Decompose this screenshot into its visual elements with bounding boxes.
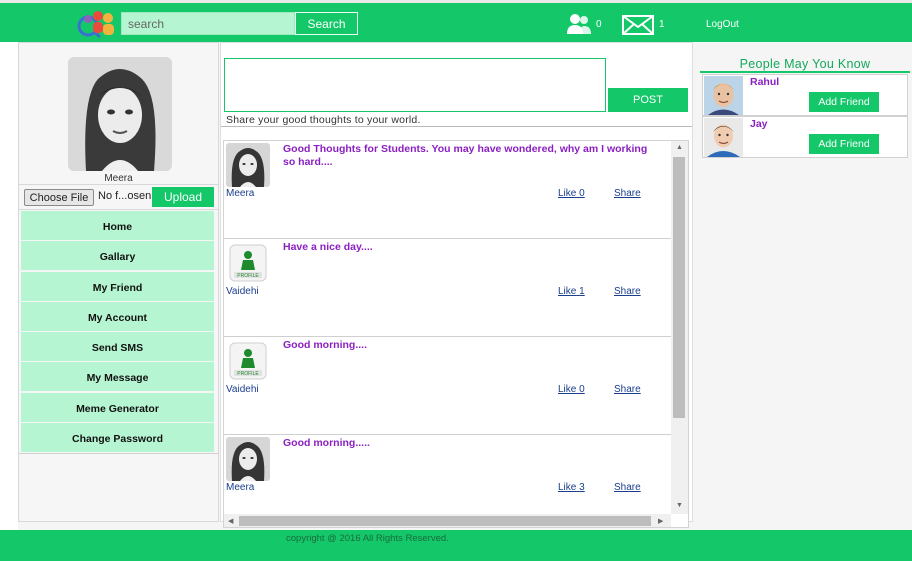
suggested-person: Jay Add Friend	[702, 116, 908, 158]
like-count: 0	[579, 188, 585, 199]
divider	[19, 453, 218, 454]
sidebar-item-my-account[interactable]: My Account	[21, 301, 214, 331]
person-avatar[interactable]	[704, 76, 743, 115]
like-link[interactable]: Like 1	[558, 286, 585, 297]
post-textarea[interactable]	[224, 58, 606, 112]
left-sidebar: Meera Choose File No f...osen Upload Hom…	[18, 42, 219, 522]
choose-file-button[interactable]: Choose File	[24, 189, 94, 206]
horizontal-scrollbar[interactable]: ◀ ▶	[224, 514, 671, 527]
top-bar: Search 0 1 LogOut	[0, 0, 912, 42]
like-link[interactable]: Like 0	[558, 188, 585, 199]
divider	[19, 209, 218, 210]
feed-item: PROFILE Vaidehi Have a nice day.... Like…	[224, 239, 672, 337]
like-label: Like	[558, 286, 577, 297]
scroll-thumb[interactable]	[239, 516, 651, 526]
author-name[interactable]: Vaidehi	[226, 384, 259, 395]
profile-photo	[68, 57, 172, 171]
sidebar-item-gallary[interactable]: Gallary	[21, 241, 214, 271]
svg-text:PROFILE: PROFILE	[237, 371, 259, 377]
post-text: Good Thoughts for Students. You may have…	[283, 143, 648, 168]
share-link[interactable]: Share	[614, 482, 641, 493]
logo-icon[interactable]	[76, 9, 120, 39]
copyright-text: copyright @ 2016 All Rights Reserved.	[286, 533, 449, 544]
divider	[221, 126, 692, 127]
mail-icon[interactable]	[622, 15, 654, 35]
search-button[interactable]: Search	[295, 12, 358, 35]
sidebar-nav: Home Gallary My Friend My Account Send S…	[21, 211, 214, 453]
messages-count: 1	[659, 19, 665, 30]
share-link[interactable]: Share	[614, 384, 641, 395]
divider	[19, 184, 218, 185]
main-area: Meera Choose File No f...osen Upload Hom…	[18, 42, 912, 530]
profile-placeholder-icon[interactable]: PROFILE	[226, 339, 270, 383]
sidebar-item-change-password[interactable]: Change Password	[21, 423, 214, 453]
file-status: No f...osen	[98, 190, 152, 202]
sidebar-item-my-friend[interactable]: My Friend	[21, 271, 214, 301]
sidebar-item-my-message[interactable]: My Message	[21, 362, 214, 392]
people-may-know-panel: People May You Know Rahul Add Friend Jay…	[700, 54, 912, 158]
vertical-scrollbar[interactable]: ▲ ▼	[671, 141, 688, 514]
add-friend-button[interactable]: Add Friend	[809, 134, 879, 154]
friends-icon[interactable]	[566, 12, 592, 36]
friends-count: 0	[596, 19, 602, 30]
svg-text:PROFILE: PROFILE	[237, 273, 259, 279]
author-name[interactable]: Meera	[226, 482, 254, 493]
author-avatar[interactable]	[226, 437, 270, 481]
divider	[700, 71, 910, 73]
like-count: 1	[579, 286, 585, 297]
like-count: 0	[579, 384, 585, 395]
post-hint: Share your good thoughts to your world.	[226, 114, 421, 126]
footer: copyright @ 2016 All Rights Reserved.	[0, 530, 912, 561]
like-count: 3	[579, 482, 585, 493]
news-feed: Meera Good Thoughts for Students. You ma…	[223, 140, 689, 528]
profile-placeholder-icon[interactable]: PROFILE	[226, 241, 270, 285]
author-avatar[interactable]	[226, 143, 270, 187]
sidebar-item-send-sms[interactable]: Send SMS	[21, 332, 214, 362]
post-text: Good morning....	[283, 339, 367, 351]
post-button[interactable]: POST	[608, 88, 688, 112]
post-text: Have a nice day....	[283, 241, 373, 253]
author-name[interactable]: Vaidehi	[226, 286, 259, 297]
suggested-person: Rahul Add Friend	[702, 74, 908, 116]
sidebar-item-meme-generator[interactable]: Meme Generator	[21, 392, 214, 422]
person-avatar[interactable]	[704, 118, 743, 157]
add-friend-button[interactable]: Add Friend	[809, 92, 879, 112]
scroll-thumb[interactable]	[673, 157, 685, 418]
share-link[interactable]: Share	[614, 188, 641, 199]
sidebar-item-home[interactable]: Home	[21, 211, 214, 240]
profile-name: Meera	[104, 173, 133, 184]
like-label: Like	[558, 384, 577, 395]
center-column: POST Share your good thoughts to your wo…	[220, 42, 693, 528]
share-link[interactable]: Share	[614, 286, 641, 297]
scroll-down-icon[interactable]: ▼	[676, 502, 683, 509]
scroll-up-icon[interactable]: ▲	[676, 144, 683, 151]
logout-link[interactable]: LogOut	[706, 19, 739, 30]
person-name[interactable]: Rahul	[750, 76, 779, 88]
author-name[interactable]: Meera	[226, 188, 254, 199]
like-label: Like	[558, 482, 577, 493]
like-link[interactable]: Like 0	[558, 384, 585, 395]
scroll-left-icon[interactable]: ◀	[228, 517, 233, 525]
like-label: Like	[558, 188, 577, 199]
feed-item: PROFILE Vaidehi Good morning.... Like 0 …	[224, 337, 672, 435]
post-text: Good morning.....	[283, 437, 370, 449]
person-name[interactable]: Jay	[750, 118, 768, 130]
feed-item: Meera Good Thoughts for Students. You ma…	[224, 141, 672, 239]
like-link[interactable]: Like 3	[558, 482, 585, 493]
upload-button[interactable]: Upload	[152, 187, 214, 207]
search-input[interactable]	[121, 12, 295, 35]
people-may-know-title: People May You Know	[739, 57, 871, 71]
scroll-right-icon[interactable]: ▶	[658, 517, 663, 525]
